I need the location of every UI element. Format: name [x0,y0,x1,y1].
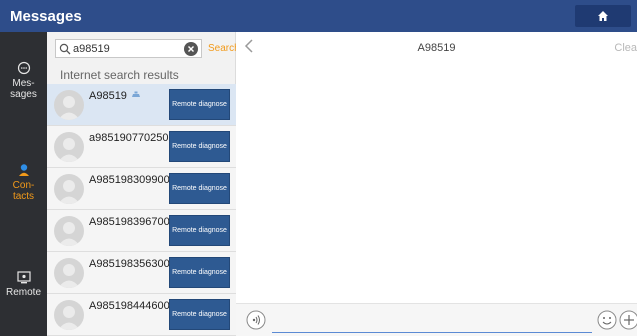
results-heading: Internet search results [60,68,179,82]
remote-diagnose-button[interactable]: Remote diagnose [169,131,230,162]
avatar [54,90,84,120]
contact-name: A985198444600 [89,300,170,312]
plus-icon [619,310,637,330]
avatar [54,300,84,330]
nav-item-remote[interactable]: Remote [0,271,47,298]
remote-screen-icon [16,271,31,284]
close-icon [188,46,194,52]
vehicle-icon [131,90,141,102]
search-row: Search [47,32,240,62]
search-button[interactable]: Search [208,43,240,54]
emoji-button[interactable] [597,310,617,335]
chat-panel: A98519 Clea [236,32,637,336]
avatar [54,258,84,288]
chat-header: A98519 Clea [236,32,637,62]
nav-label-messages: Mes- sages [10,78,37,100]
avatar [54,216,84,246]
contact-name: A985198309900 [89,174,170,186]
add-attachment-button[interactable] [619,310,637,335]
nav-label-contacts: Con- tacts [12,180,35,202]
search-box [55,39,202,58]
results-list: A98519 Remote diagnose a985190770250 Rem… [47,84,236,336]
person-icon [18,164,29,176]
remote-diagnose-button[interactable]: Remote diagnose [169,299,230,330]
remote-diagnose-button[interactable]: Remote diagnose [169,257,230,288]
contact-name: A98519 [89,90,141,102]
clear-search-button[interactable] [184,42,198,56]
list-item[interactable]: A985198356300 Remote diagnose [47,252,236,294]
voice-icon [246,310,266,330]
contact-name: A985198356300 [89,258,170,270]
contact-name: a985190770250 [89,132,169,144]
voice-button[interactable] [246,310,266,335]
nav-item-contacts[interactable]: Con- tacts [0,163,47,202]
list-item[interactable]: A985198396700 Remote diagnose [47,210,236,252]
list-item[interactable]: A985198309900 Remote diagnose [47,168,236,210]
list-item[interactable]: A98519 Remote diagnose [47,84,236,126]
chat-bubble-icon [17,61,30,75]
home-button[interactable] [575,5,631,27]
contact-list-panel: Search Internet search results A98519 Re… [47,32,240,336]
remote-diagnose-button[interactable]: Remote diagnose [169,89,230,120]
clear-chat-button[interactable]: Clea [614,42,637,54]
contact-name: A985198396700 [89,216,170,228]
search-icon [59,43,71,54]
list-item[interactable]: a985190770250 Remote diagnose [47,126,236,168]
message-input[interactable] [272,313,592,333]
remote-diagnose-button[interactable]: Remote diagnose [169,173,230,204]
app-title: Messages [10,7,82,25]
title-bar: Messages [0,0,637,32]
remote-diagnose-button[interactable]: Remote diagnose [169,215,230,246]
home-icon [598,11,608,21]
avatar [54,132,84,162]
smiley-icon [597,310,617,330]
avatar [54,174,84,204]
nav-item-messages[interactable]: Mes- sages [0,61,47,100]
chat-input-bar [236,303,637,336]
side-nav: Mes- sages Con- tacts Remote [0,32,47,336]
list-item[interactable]: A985198444600 Remote diagnose [47,294,236,336]
chat-title: A98519 [417,42,456,54]
nav-label-remote: Remote [5,287,41,298]
search-input[interactable] [73,42,173,55]
